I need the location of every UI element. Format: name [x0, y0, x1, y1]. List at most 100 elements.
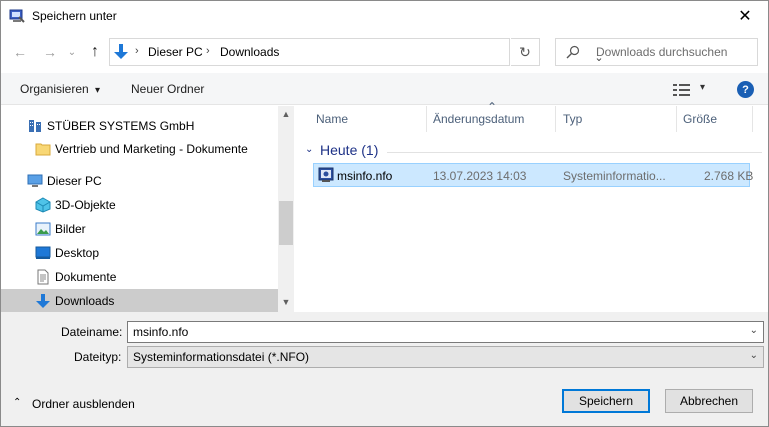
scroll-down-button[interactable]: ▼ [278, 294, 294, 310]
sidebar-item-label: Dieser PC [47, 174, 102, 188]
file-date: 13.07.2023 14:03 [433, 169, 527, 183]
search-icon [566, 45, 580, 59]
chevron-down-icon: ⌄ [67, 46, 77, 58]
sidebar-item-desktop[interactable]: Desktop [1, 241, 278, 265]
documents-icon [37, 269, 49, 285]
chevron-down-icon: ▼ [281, 297, 291, 307]
column-header-size[interactable]: Größe [677, 106, 753, 132]
scroll-up-button[interactable]: ▲ [278, 106, 294, 122]
details-view-icon [673, 84, 690, 96]
file-type: Systeminformatio... [563, 169, 666, 183]
search-placeholder: Downloads durchsuchen [596, 45, 728, 59]
recent-locations-button[interactable]: ⌄ [63, 43, 81, 61]
back-button[interactable]: ← [11, 43, 29, 61]
sidebar-item-label: STÜBER SYSTEMS GmbH [47, 119, 195, 133]
breadcrumb-downloads[interactable]: Downloads [220, 45, 279, 59]
chevron-down-icon: ▾ [95, 85, 101, 96]
window-title: Speichern unter [32, 9, 117, 23]
navigation-pane[interactable]: STÜBER SYSTEMS GmbH Vertrieb und Marketi… [1, 106, 278, 312]
command-toolbar: Organisieren ▾ Neuer Ordner ▾ ? [1, 73, 768, 105]
group-collapse-icon[interactable]: ⌄ [305, 144, 313, 155]
title-bar: Speichern unter ✕ [1, 1, 768, 31]
chevron-up-icon: ⌃ [13, 397, 22, 408]
breadcrumb-dieser-pc[interactable]: Dieser PC [148, 45, 203, 59]
sidebar-item-downloads[interactable]: Downloads [1, 289, 278, 312]
filename-input[interactable]: msinfo.nfo ⌄ [127, 321, 764, 343]
column-header-type[interactable]: Typ [556, 106, 677, 132]
onedrive-business-icon [29, 120, 41, 132]
chevron-down-icon[interactable]: ⌄ [750, 325, 758, 336]
forward-arrow-icon: → [43, 44, 57, 60]
scrollbar-thumb[interactable] [279, 201, 293, 245]
refresh-icon: ↻ [519, 43, 531, 60]
column-header-label: Änderungsdatum [433, 112, 525, 126]
back-arrow-icon: ← [13, 44, 27, 60]
new-folder-label: Neuer Ordner [131, 82, 205, 96]
downloads-icon [36, 294, 50, 308]
column-header-name[interactable]: Name [297, 106, 427, 132]
sidebar-item-label: Bilder [55, 222, 86, 236]
sidebar-item-label: Desktop [55, 246, 100, 260]
sidebar-item-label: Dokumente [55, 270, 117, 284]
group-header-today[interactable]: Heute (1) [320, 142, 378, 158]
sidebar-item-label: Downloads [55, 294, 115, 308]
help-button[interactable]: ? [737, 81, 754, 98]
sidebar-item-documents[interactable]: Dokumente [1, 265, 278, 289]
file-list[interactable]: Name ⌃ Änderungsdatum Typ Größe ⌄ Heute … [297, 100, 768, 312]
forward-button[interactable]: → [41, 43, 59, 61]
chevron-down-icon: ⌄ [749, 350, 758, 361]
app-icon [9, 9, 25, 23]
address-bar[interactable]: › Dieser PC › Downloads ⌄ [109, 38, 604, 66]
file-name: msinfo.nfo [337, 169, 393, 183]
sidebar-item-this-pc[interactable]: Dieser PC [1, 169, 278, 193]
column-header-label: Name [316, 112, 349, 126]
save-as-dialog: Speichern unter ✕ ← → ⌄ ↑ › Dieser PC › … [0, 0, 769, 427]
file-row[interactable]: msinfo.nfo 13.07.2023 14:03 Systeminform… [313, 163, 754, 187]
filename-label: Dateiname: [61, 325, 123, 339]
filetype-select[interactable]: Systeminformationsdatei (*.NFO) ⌄ [127, 346, 764, 368]
refresh-button[interactable]: ↻ [511, 38, 540, 66]
pictures-icon [35, 222, 51, 236]
up-button[interactable]: ↑ [86, 43, 104, 61]
close-icon: ✕ [738, 8, 752, 25]
column-header-date[interactable]: ⌃ Änderungsdatum [427, 100, 556, 132]
sidebar-item-vertrieb-marketing[interactable]: Vertrieb und Marketing - Dokumente [1, 137, 278, 161]
change-view-button[interactable]: ▾ [673, 82, 709, 98]
desktop-icon [35, 246, 51, 259]
folder-icon [35, 143, 51, 156]
filetype-value: Systeminformationsdatei (*.NFO) [133, 350, 310, 364]
chevron-up-icon: ▲ [281, 109, 291, 119]
chevron-down-icon: ▾ [700, 82, 706, 93]
file-size: 2.768 KB [704, 169, 754, 183]
organize-button[interactable]: Organisieren ▾ [20, 82, 100, 96]
sidebar-item-label: Vertrieb und Marketing - Dokumente [55, 142, 248, 156]
pc-icon [27, 174, 43, 187]
group-divider [387, 152, 762, 153]
help-icon: ? [742, 83, 749, 96]
breadcrumb-separator: › [135, 45, 139, 57]
downloads-icon [114, 44, 128, 59]
close-button[interactable]: ✕ [722, 1, 768, 31]
3d-objects-icon [35, 197, 51, 213]
organize-label: Organisieren [20, 82, 89, 96]
filetype-label: Dateityp: [74, 350, 122, 364]
sidebar-item-stueber-systems[interactable]: STÜBER SYSTEMS GmbH [1, 114, 278, 138]
filename-value: msinfo.nfo [133, 325, 189, 339]
cancel-button[interactable]: Abbrechen [665, 389, 753, 413]
sidebar-item-3d-objects[interactable]: 3D-Objekte [1, 193, 278, 217]
save-button[interactable]: Speichern [562, 389, 650, 413]
navigation-bar: ← → ⌄ ↑ › Dieser PC › Downloads ⌄ ↻ Down… [1, 34, 768, 70]
cancel-button-label: Abbrechen [679, 394, 739, 408]
save-button-label: Speichern [578, 394, 634, 408]
column-header-label: Größe [683, 112, 718, 126]
search-input[interactable]: Downloads durchsuchen [555, 38, 758, 66]
system-info-file-icon [318, 167, 334, 182]
save-form: Dateiname: msinfo.nfo ⌄ Dateityp: System… [1, 312, 768, 426]
sidebar-item-label: 3D-Objekte [55, 198, 116, 212]
sidebar-scrollbar[interactable]: ▲ ▼ [278, 106, 294, 312]
breadcrumb-separator: › [206, 45, 210, 57]
new-folder-button[interactable]: Neuer Ordner [131, 82, 204, 96]
column-header-label: Typ [563, 112, 583, 126]
hide-folders-label: Ordner ausblenden [32, 397, 135, 411]
sidebar-item-pictures[interactable]: Bilder [1, 217, 278, 241]
